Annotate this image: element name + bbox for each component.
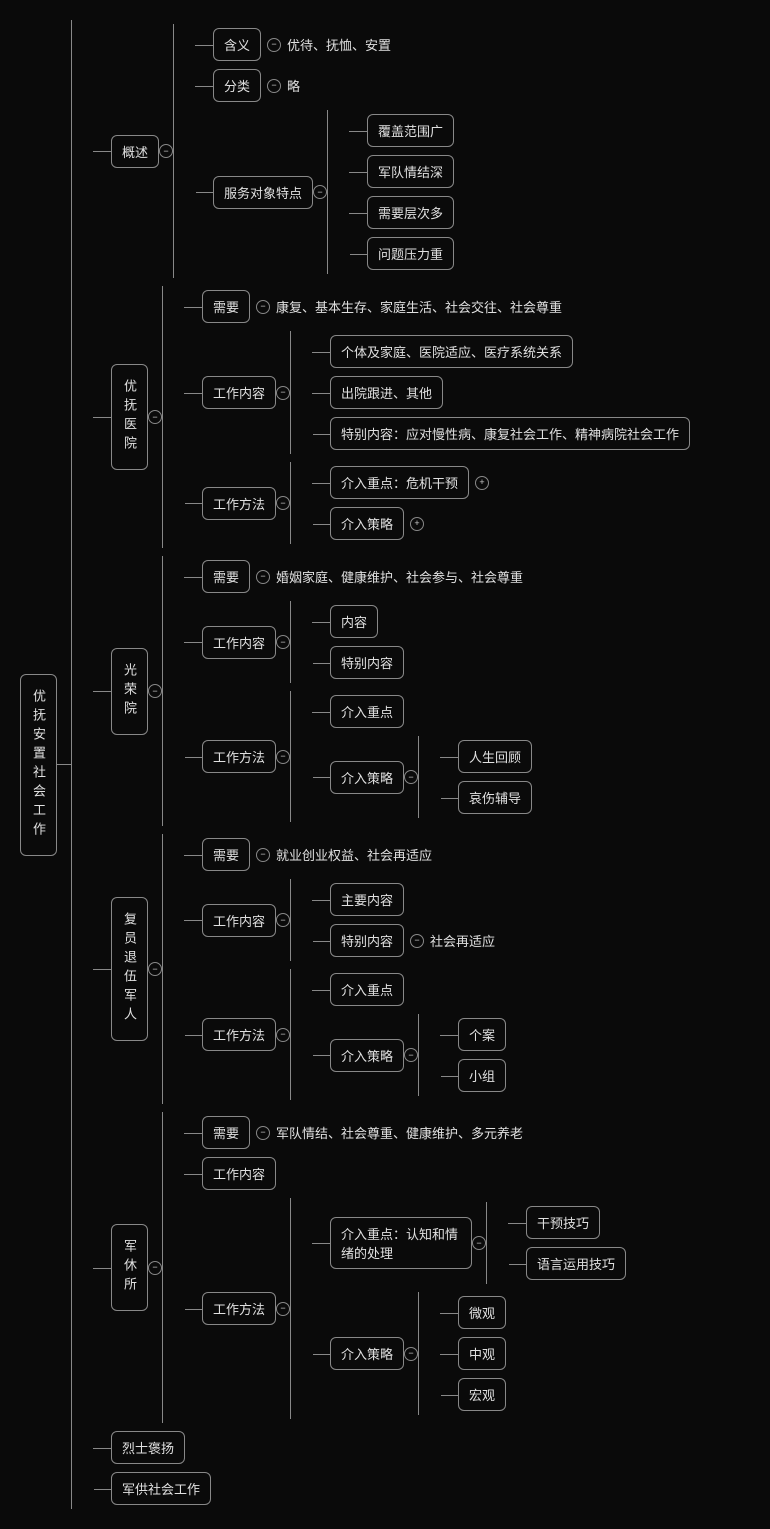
toggle[interactable]: − — [276, 1302, 290, 1316]
leaf[interactable]: 特别内容 — [330, 924, 404, 957]
node-supply[interactable]: 军供社会工作 — [111, 1472, 211, 1505]
node-content[interactable]: 工作内容 — [202, 376, 276, 409]
leaf: 优待、抚恤、安置 — [287, 33, 391, 56]
leaf[interactable]: 介入重点 — [330, 695, 404, 728]
toggle[interactable]: − — [256, 570, 270, 584]
leaf[interactable]: 哀伤辅导 — [458, 781, 532, 814]
node-veterans[interactable]: 复员退伍军人 — [111, 897, 148, 1041]
leaf[interactable]: 个体及家庭、医院适应、医疗系统关系 — [330, 335, 573, 368]
leaf[interactable]: 宏观 — [458, 1378, 506, 1411]
leaf: 略 — [287, 74, 300, 97]
toggle[interactable]: − — [472, 1236, 486, 1250]
toggle[interactable]: + — [475, 476, 489, 490]
toggle[interactable]: − — [276, 913, 290, 927]
node-need[interactable]: 需要 — [202, 838, 250, 871]
node-target-features[interactable]: 服务对象特点 — [213, 176, 313, 209]
leaf[interactable]: 主要内容 — [330, 883, 404, 916]
node-content[interactable]: 工作内容 — [202, 904, 276, 937]
leaf: 婚姻家庭、健康维护、社会参与、社会尊重 — [276, 565, 523, 588]
leaf[interactable]: 微观 — [458, 1296, 506, 1329]
toggle[interactable]: − — [148, 684, 162, 698]
toggle[interactable]: − — [256, 300, 270, 314]
toggle[interactable]: − — [148, 1261, 162, 1275]
toggle[interactable]: + — [410, 517, 424, 531]
toggle[interactable]: − — [276, 750, 290, 764]
leaf[interactable]: 介入重点：危机干预 — [330, 466, 469, 499]
node-method[interactable]: 工作方法 — [202, 1292, 276, 1325]
mindmap-root: 优抚安置社会工作 概述 − 含义 − 优待、抚恤、安置 分类 − 略 — [20, 20, 750, 1509]
node-martyr[interactable]: 烈士褒扬 — [111, 1431, 185, 1464]
leaf[interactable]: 需要层次多 — [367, 196, 454, 229]
leaf[interactable]: 小组 — [458, 1059, 506, 1092]
leaf[interactable]: 特别内容 — [330, 646, 404, 679]
toggle[interactable]: − — [410, 934, 424, 948]
node-strategy[interactable]: 介入策略 — [330, 1039, 404, 1072]
node-need[interactable]: 需要 — [202, 560, 250, 593]
leaf[interactable]: 内容 — [330, 605, 378, 638]
node-meaning[interactable]: 含义 — [213, 28, 261, 61]
toggle[interactable]: − — [267, 79, 281, 93]
toggle[interactable]: − — [256, 1126, 270, 1140]
node-method[interactable]: 工作方法 — [202, 1018, 276, 1051]
toggle[interactable]: − — [159, 144, 173, 158]
node-glory-home[interactable]: 光荣院 — [111, 648, 148, 735]
toggle[interactable]: − — [148, 410, 162, 424]
root-children: 概述 − 含义 − 优待、抚恤、安置 分类 − 略 服务对象特点 — [71, 20, 690, 1509]
node-focus[interactable]: 介入重点：认知和情绪的处理 — [330, 1217, 472, 1269]
toggle[interactable]: − — [276, 386, 290, 400]
toggle[interactable]: − — [267, 38, 281, 52]
node-content[interactable]: 工作内容 — [202, 626, 276, 659]
leaf[interactable]: 军队情结深 — [367, 155, 454, 188]
leaf: 就业创业权益、社会再适应 — [276, 843, 432, 866]
toggle[interactable]: − — [148, 962, 162, 976]
node-method[interactable]: 工作方法 — [202, 487, 276, 520]
leaf[interactable]: 中观 — [458, 1337, 506, 1370]
leaf[interactable]: 人生回顾 — [458, 740, 532, 773]
toggle[interactable]: − — [276, 635, 290, 649]
toggle[interactable]: − — [276, 1028, 290, 1042]
root-node[interactable]: 优抚安置社会工作 — [20, 674, 57, 856]
node-need[interactable]: 需要 — [202, 290, 250, 323]
node-category[interactable]: 分类 — [213, 69, 261, 102]
toggle[interactable]: − — [256, 848, 270, 862]
node-need[interactable]: 需要 — [202, 1116, 250, 1149]
leaf: 康复、基本生存、家庭生活、社会交往、社会尊重 — [276, 295, 562, 318]
node-retirement[interactable]: 军休所 — [111, 1224, 148, 1311]
leaf: 社会再适应 — [430, 929, 495, 952]
leaf[interactable]: 个案 — [458, 1018, 506, 1051]
toggle[interactable]: − — [276, 496, 290, 510]
node-content[interactable]: 工作内容 — [202, 1157, 276, 1190]
toggle[interactable]: − — [404, 770, 418, 784]
leaf[interactable]: 特别内容：应对慢性病、康复社会工作、精神病院社会工作 — [330, 417, 690, 450]
leaf: 军队情结、社会尊重、健康维护、多元养老 — [276, 1121, 523, 1144]
node-strategy[interactable]: 介入策略 — [330, 1337, 404, 1370]
node-hospital[interactable]: 优抚医院 — [111, 364, 148, 470]
node-overview[interactable]: 概述 — [111, 135, 159, 168]
leaf[interactable]: 覆盖范围广 — [367, 114, 454, 147]
toggle[interactable]: − — [313, 185, 327, 199]
toggle[interactable]: − — [404, 1048, 418, 1062]
leaf[interactable]: 介入策略 — [330, 507, 404, 540]
node-method[interactable]: 工作方法 — [202, 740, 276, 773]
leaf[interactable]: 语言运用技巧 — [526, 1247, 626, 1280]
leaf[interactable]: 问题压力重 — [367, 237, 454, 270]
leaf[interactable]: 出院跟进、其他 — [330, 376, 443, 409]
leaf[interactable]: 干预技巧 — [526, 1206, 600, 1239]
toggle[interactable]: − — [404, 1347, 418, 1361]
leaf[interactable]: 介入重点 — [330, 973, 404, 1006]
node-strategy[interactable]: 介入策略 — [330, 761, 404, 794]
